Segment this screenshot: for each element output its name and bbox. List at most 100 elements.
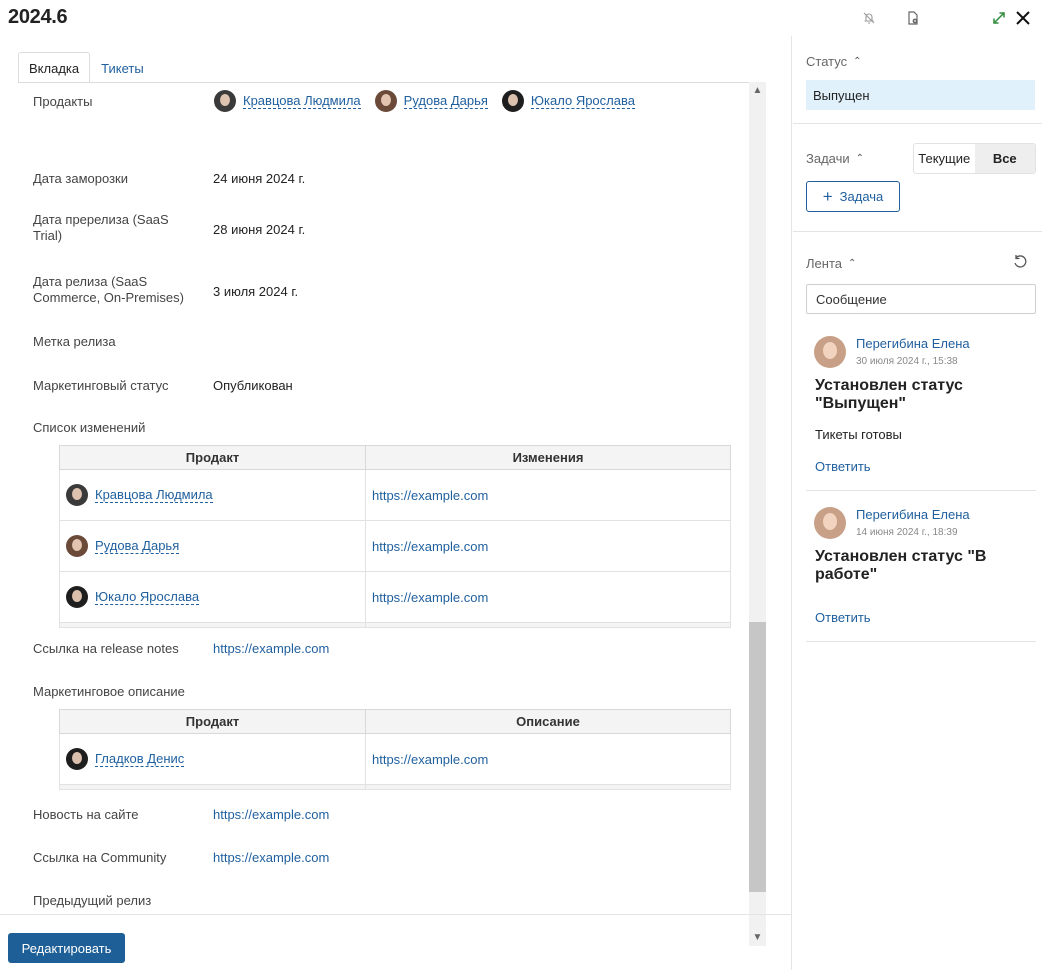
main-panel: Вкладка Тикеты Продакты Кравцова Людмила…: [0, 36, 792, 970]
person-link[interactable]: Гладков Денис: [95, 751, 185, 767]
post-author[interactable]: Перегибина Елена: [856, 507, 970, 522]
scrollbar-thumb[interactable]: [749, 622, 766, 892]
field-label: Дата релиза (SaaS Commerce, On-Premises): [33, 274, 184, 305]
document-settings-icon[interactable]: [902, 7, 924, 29]
field-label: Дата пререлиза (SaaS Trial): [33, 212, 169, 243]
field-value: Опубликован: [213, 378, 293, 393]
chevron-up-icon: ⌃: [853, 56, 862, 67]
person-link[interactable]: Рудова Дарья: [95, 538, 180, 554]
post-time: 30 июля 2024 г., 15:38: [856, 356, 958, 367]
post-headline: Установлен статус "Выпущен": [815, 377, 963, 412]
field-label: Метка релиза: [33, 334, 116, 349]
table-header-row: Продакт Описание: [59, 709, 731, 734]
window-title: 2024.6: [8, 6, 68, 28]
bell-off-icon[interactable]: [858, 7, 880, 29]
divider: [806, 641, 1036, 642]
expand-icon[interactable]: [988, 7, 1010, 29]
section-heading: Статус: [806, 54, 848, 69]
post-body: Тикеты готовы: [815, 427, 902, 442]
changes-link[interactable]: https://example.com: [372, 488, 488, 503]
table-filler-row: [59, 784, 731, 790]
table-row: Рудова Дарья https://example.com: [59, 520, 731, 572]
divider: [793, 231, 1042, 232]
table-row: Гладков Денис https://example.com: [59, 733, 731, 785]
field-label: Предыдущий релиз: [33, 893, 152, 908]
divider: [806, 490, 1036, 491]
edit-button[interactable]: Редактировать: [8, 933, 125, 963]
filter-current[interactable]: Текущие: [914, 144, 975, 173]
tasks-section-toggle[interactable]: Задачи ⌃: [806, 151, 864, 166]
add-task-button[interactable]: + Задача: [806, 181, 900, 212]
field-value: 28 июня 2024 г.: [213, 222, 306, 237]
person-name: Юкало Ярослава: [530, 92, 635, 109]
close-icon[interactable]: [1012, 7, 1034, 29]
field-label: Новость на сайте: [33, 807, 139, 822]
reply-link[interactable]: Ответить: [815, 610, 871, 625]
marketing-description-table: Продакт Описание Гладков Денис https://e…: [59, 709, 731, 790]
chevron-up-icon: ⌃: [855, 153, 865, 164]
products-people: Кравцова Людмила Рудова Дарья Юкало Ярос…: [214, 90, 649, 112]
section-heading: Задачи: [806, 151, 850, 166]
post-author[interactable]: Перегибина Елена: [856, 336, 970, 351]
window-toolbar: [858, 6, 1034, 30]
person-chip[interactable]: Кравцова Людмила: [214, 90, 361, 112]
changes-link[interactable]: https://example.com: [372, 539, 488, 554]
add-task-label: Задача: [839, 189, 884, 204]
field-label: Продакты: [33, 94, 93, 109]
message-input[interactable]: [806, 284, 1036, 314]
field-label: Список изменений: [33, 420, 146, 435]
table-row: Кравцова Людмила https://example.com: [59, 469, 731, 521]
footer-bar: Редактировать: [0, 914, 792, 970]
tasks-filter: Текущие Все: [913, 143, 1036, 174]
post-headline: Установлен статус "В работе": [815, 548, 987, 583]
reply-link[interactable]: Ответить: [815, 459, 871, 474]
person-link[interactable]: Кравцова Людмила: [95, 487, 213, 503]
column-header: Описание: [365, 709, 731, 734]
avatar: [66, 484, 88, 506]
release-notes-link[interactable]: https://example.com: [213, 641, 329, 657]
field-label: Дата заморозки: [33, 171, 128, 186]
scroll-up-icon[interactable]: ▲: [749, 82, 766, 99]
changes-link[interactable]: https://example.com: [372, 590, 488, 605]
field-label: Маркетинговое описание: [33, 684, 185, 699]
person-link[interactable]: Юкало Ярослава: [95, 589, 200, 605]
tab-bar: Вкладка Тикеты: [18, 52, 155, 82]
avatar: [501, 90, 524, 112]
field-value: 24 июня 2024 г.: [213, 171, 306, 186]
plus-icon: +: [822, 187, 833, 206]
person-name: Рудова Дарья: [403, 92, 488, 109]
tab-tickets[interactable]: Тикеты: [90, 52, 155, 82]
site-news-link[interactable]: https://example.com: [213, 807, 329, 823]
feed-section-toggle[interactable]: Лента ⌃: [806, 256, 856, 271]
section-heading: Лента: [806, 256, 842, 271]
filter-all[interactable]: Все: [974, 144, 1035, 173]
field-value: 3 июля 2024 г.: [213, 284, 299, 299]
status-section-toggle[interactable]: Статус ⌃: [806, 54, 862, 69]
column-header: Продакт: [59, 709, 366, 734]
avatar: [214, 90, 236, 112]
column-header: Продакт: [59, 445, 366, 470]
refresh-icon[interactable]: [1012, 254, 1030, 272]
column-header: Изменения: [365, 445, 731, 470]
status-value[interactable]: Выпущен: [806, 80, 1035, 110]
divider: [793, 123, 1042, 124]
tab-main[interactable]: Вкладка: [18, 52, 91, 82]
form-content: Продакты Кравцова Людмила Рудова Дарья Ю…: [0, 82, 768, 914]
table-header-row: Продакт Изменения: [59, 445, 731, 470]
community-link[interactable]: https://example.com: [213, 850, 329, 866]
avatar: [814, 336, 846, 368]
person-chip[interactable]: Рудова Дарья: [374, 90, 488, 112]
person-chip[interactable]: Юкало Ярослава: [501, 90, 635, 112]
table-filler-row: [59, 622, 731, 628]
avatar: [66, 586, 88, 608]
description-link[interactable]: https://example.com: [372, 752, 488, 767]
table-row: Юкало Ярослава https://example.com: [59, 571, 731, 623]
field-products: Продакты Кравцова Людмила Рудова Дарья Ю…: [33, 90, 733, 114]
field-label: Ссылка на release notes: [33, 641, 179, 656]
scrollbar[interactable]: ▲ ▼: [749, 82, 766, 946]
avatar: [814, 507, 846, 539]
field-label: Ссылка на Community: [33, 850, 167, 865]
person-name: Кравцова Людмила: [243, 92, 361, 109]
right-sidebar: Статус ⌃ Выпущен Задачи ⌃ Текущие Все + …: [793, 36, 1042, 970]
chevron-up-icon: ⌃: [847, 258, 857, 269]
